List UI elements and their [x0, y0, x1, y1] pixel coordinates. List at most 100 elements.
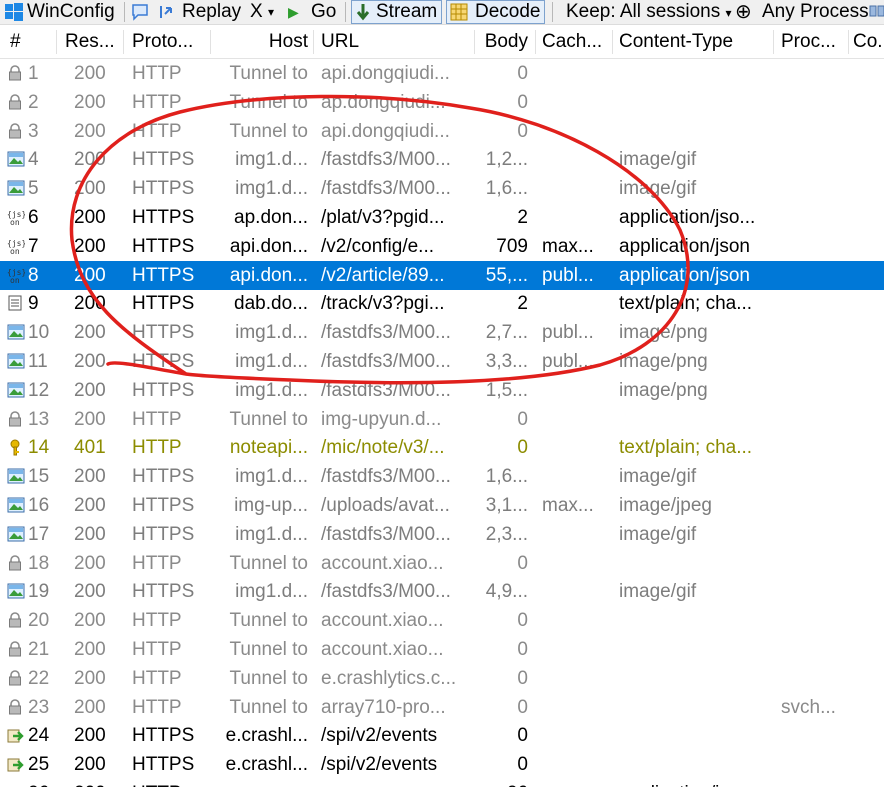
session-row[interactable]: 14 401 HTTP noteapi... /mic/note/v3/... 0 text…	[0, 433, 884, 462]
session-host: Tunnel to	[229, 63, 308, 84]
session-protocol: HTTPS	[132, 178, 195, 200]
find-icon[interactable]	[867, 0, 884, 24]
session-caching: publ...	[542, 322, 594, 344]
column-header-caching[interactable]: Cach...	[542, 26, 612, 58]
column-divider[interactable]	[773, 30, 774, 54]
session-row[interactable]: 2 200 HTTP Tunnel to ap.dongqiudi... 0	[0, 88, 884, 117]
session-row[interactable]: 16 200 HTTPS img-up... /uploads/avat... 3,1..…	[0, 491, 884, 520]
session-protocol: HTTPS	[132, 207, 195, 228]
session-result: 200	[74, 610, 106, 632]
session-row[interactable]: 5 200 HTTPS img1.d... /fastdfs3/M00... 1,6...…	[0, 174, 884, 203]
session-row[interactable]: 20 200 HTTP Tunnel to account.xiao... 0	[0, 606, 884, 635]
column-header-process[interactable]: Proc...	[781, 26, 847, 58]
column-header-body[interactable]: Body	[478, 26, 528, 58]
winconfig-button[interactable]: WinConfig	[27, 0, 115, 24]
column-header-number[interactable]: #	[10, 26, 50, 58]
column-divider[interactable]	[123, 30, 124, 54]
column-header-comments[interactable]: Co...	[853, 26, 884, 58]
lock-icon	[7, 410, 25, 428]
session-body: 0	[517, 552, 528, 574]
session-row[interactable]: {js} on 8 200 HTTPS api.don... /v2/article/89.…	[0, 260, 884, 290]
session-row[interactable]: 23 200 HTTP Tunnel to array710-pro... 0 svch..…	[0, 693, 884, 722]
session-row[interactable]: 10 200 HTTPS img1.d... /fastdfs3/M00... 2,7..…	[0, 318, 884, 347]
session-process	[781, 203, 851, 232]
session-row[interactable]: 3 200 HTTP Tunnel to api.dongqiudi... 0	[0, 117, 884, 146]
session-result: 200	[74, 408, 106, 430]
session-protocol: HTTP	[132, 552, 182, 574]
session-content-type	[619, 664, 771, 693]
session-content-type: text/plain; cha...	[619, 437, 753, 459]
session-url: /track/v3?pgi...	[321, 293, 445, 315]
go-button[interactable]: Go	[311, 0, 336, 24]
session-row[interactable]: 26 200 HTTP 26 application/json	[0, 779, 884, 787]
column-divider[interactable]	[474, 30, 475, 54]
session-content-type: image/png	[619, 351, 708, 372]
column-divider[interactable]	[612, 30, 613, 54]
session-caching	[542, 59, 612, 88]
session-content-type: application/json	[619, 779, 771, 787]
session-body: 0	[517, 754, 528, 776]
column-header-content-type[interactable]: Content-Type	[619, 26, 769, 58]
session-body: 0	[517, 696, 528, 718]
any-process-button[interactable]: Any Process	[762, 0, 869, 24]
column-divider[interactable]	[210, 30, 211, 54]
session-row[interactable]: 15 200 HTTPS img1.d... /fastdfs3/M00... 1,6..…	[0, 462, 884, 491]
session-process	[781, 721, 851, 750]
remove-button[interactable]: X	[250, 0, 263, 24]
json-icon: {js} on	[7, 209, 25, 226]
session-row[interactable]: 19 200 HTTPS img1.d... /fastdfs3/M00... 4,9..…	[0, 577, 884, 606]
column-divider[interactable]	[848, 30, 849, 54]
session-row[interactable]: 4 200 HTTPS img1.d... /fastdfs3/M00... 1,2...…	[0, 145, 884, 174]
column-divider[interactable]	[313, 30, 314, 54]
session-protocol: HTTP	[132, 639, 182, 660]
session-number: 25	[28, 754, 50, 776]
session-number: 3	[28, 120, 39, 142]
session-row[interactable]: 1 200 HTTP Tunnel to api.dongqiudi... 0	[0, 59, 884, 88]
replay-icon	[156, 0, 178, 24]
session-number: 19	[28, 581, 50, 603]
session-number: 22	[28, 667, 50, 689]
column-header-host[interactable]: Host	[212, 26, 308, 58]
session-row[interactable]: 22 200 HTTP Tunnel to e.crashlytics.c... 0	[0, 664, 884, 693]
session-url: /fastdfs3/M00...	[321, 322, 451, 344]
session-row[interactable]: 9 200 HTTPS dab.do... /track/v3?pgi... 2 text/…	[0, 289, 884, 318]
session-caching	[542, 203, 612, 232]
column-header-url[interactable]: URL	[321, 26, 421, 58]
session-protocol: HTTP	[132, 408, 182, 430]
keep-sessions-dropdown[interactable]: Keep: All sessions ▾	[566, 0, 732, 24]
replay-button[interactable]: Replay	[182, 0, 241, 24]
session-row[interactable]: {js} on 6 200 HTTPS ap.don... /plat/v3?pgid...…	[0, 203, 884, 232]
column-header-protocol[interactable]: Proto...	[132, 26, 206, 58]
session-process	[781, 577, 851, 606]
json-icon: {js} on	[7, 238, 25, 255]
session-number: 20	[28, 610, 50, 632]
session-process: svch...	[781, 696, 836, 718]
session-row[interactable]: 17 200 HTTPS img1.d... /fastdfs3/M00... 2,3..…	[0, 520, 884, 549]
session-row[interactable]: 12 200 HTTPS img1.d... /fastdfs3/M00... 1,5..…	[0, 376, 884, 405]
session-row[interactable]: {js} on 7 200 HTTPS api.don... /v2/config/e...…	[0, 232, 884, 261]
session-caching	[542, 289, 612, 318]
session-row[interactable]: 24 200 HTTPS e.crashl... /spi/v2/events 0	[0, 721, 884, 750]
session-process	[781, 318, 851, 347]
dropdown-arrow-icon[interactable]: ▾	[268, 0, 274, 24]
session-row[interactable]: 18 200 HTTP Tunnel to account.xiao... 0	[0, 549, 884, 578]
session-number: 2	[28, 91, 39, 113]
session-row[interactable]: 25 200 HTTPS e.crashl... /spi/v2/events 0	[0, 750, 884, 779]
image-icon	[7, 180, 25, 197]
session-host: img1.d...	[235, 149, 308, 171]
session-caching: max...	[542, 495, 594, 516]
session-protocol: HTTPS	[132, 379, 195, 401]
column-header-result[interactable]: Res...	[65, 26, 121, 58]
session-row[interactable]: 21 200 HTTP Tunnel to account.xiao... 0	[0, 635, 884, 664]
column-divider[interactable]	[535, 30, 536, 54]
comment-icon[interactable]	[130, 0, 150, 24]
session-protocol: HTTPS	[132, 322, 195, 344]
column-divider[interactable]	[56, 30, 57, 54]
session-row[interactable]: 11 200 HTTPS img1.d... /fastdfs3/M00... 3,3..…	[0, 347, 884, 376]
session-caching	[542, 635, 612, 664]
keep-sessions-label: Keep: All sessions	[566, 1, 721, 22]
session-row[interactable]: 13 200 HTTP Tunnel to img-upyun.d... 0	[0, 405, 884, 434]
session-body: 0	[517, 120, 528, 142]
session-process	[781, 59, 851, 88]
session-number: 6	[28, 207, 39, 228]
